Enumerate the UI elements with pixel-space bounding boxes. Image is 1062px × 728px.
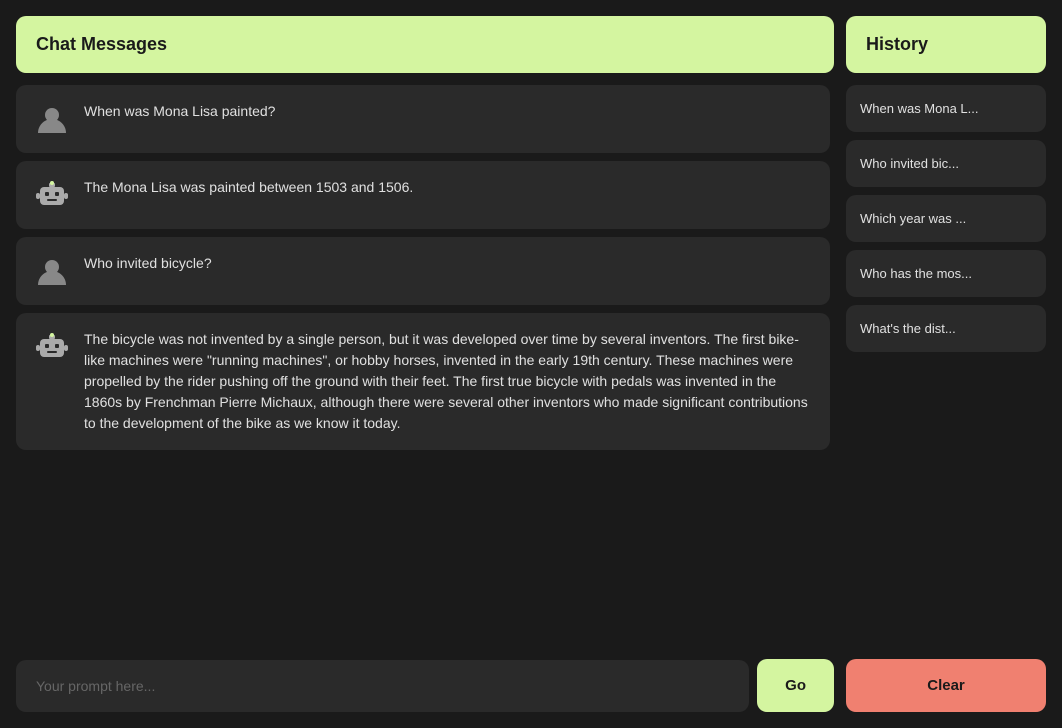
history-item[interactable]: When was Mona L...: [846, 85, 1046, 132]
chat-messages-title: Chat Messages: [36, 34, 167, 54]
input-area: Go: [16, 659, 834, 712]
history-item[interactable]: Who has the mos...: [846, 250, 1046, 297]
chat-messages-header: Chat Messages: [16, 16, 834, 73]
chat-messages-area: When was Mona Lisa painted? The Mona Lis…: [16, 85, 834, 647]
message-text: The bicycle was not invented by a single…: [84, 329, 812, 434]
history-title: History: [866, 34, 928, 54]
sidebar-panel: History When was Mona L... Who invited b…: [846, 16, 1046, 712]
history-items: When was Mona L... Who invited bic... Wh…: [846, 85, 1046, 647]
bot-avatar: [34, 329, 70, 365]
message-text: Who invited bicycle?: [84, 253, 812, 274]
go-button[interactable]: Go: [757, 659, 834, 712]
user-avatar: [34, 101, 70, 137]
history-item[interactable]: What's the dist...: [846, 305, 1046, 352]
prompt-input[interactable]: [16, 660, 749, 712]
table-row: When was Mona Lisa painted?: [16, 85, 830, 153]
history-header: History: [846, 16, 1046, 73]
message-text: The Mona Lisa was painted between 1503 a…: [84, 177, 812, 198]
main-panel: Chat Messages When was Mona Lisa painted…: [16, 16, 834, 712]
user-avatar: [34, 253, 70, 289]
clear-button[interactable]: Clear: [846, 659, 1046, 712]
message-text: When was Mona Lisa painted?: [84, 101, 812, 122]
history-item[interactable]: Who invited bic...: [846, 140, 1046, 187]
table-row: The Mona Lisa was painted between 1503 a…: [16, 161, 830, 229]
table-row: The bicycle was not invented by a single…: [16, 313, 830, 450]
history-item[interactable]: Which year was ...: [846, 195, 1046, 242]
bot-avatar: [34, 177, 70, 213]
table-row: Who invited bicycle?: [16, 237, 830, 305]
